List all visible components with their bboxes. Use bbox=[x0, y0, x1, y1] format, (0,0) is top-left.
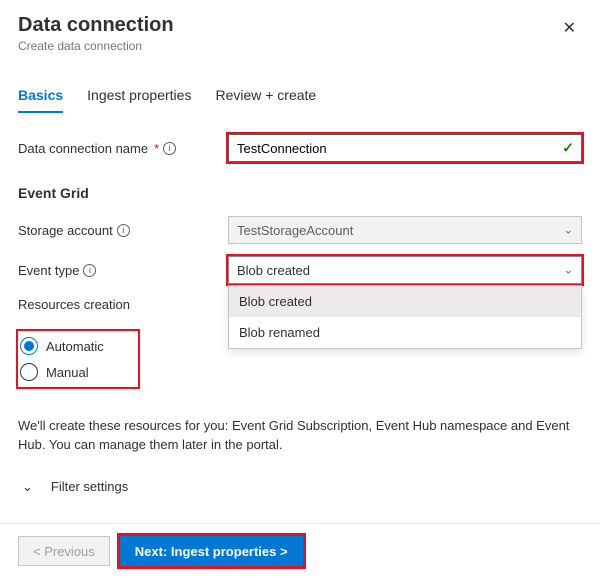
chevron-down-icon: ⌄ bbox=[564, 264, 573, 277]
next-button[interactable]: Next: Ingest properties > bbox=[120, 536, 303, 566]
required-asterisk: * bbox=[154, 141, 159, 156]
info-icon[interactable]: i bbox=[163, 142, 176, 155]
storage-account-select[interactable]: TestStorageAccount ⌄ bbox=[228, 216, 582, 244]
radio-manual-label: Manual bbox=[46, 365, 89, 380]
helper-text: We'll create these resources for you: Ev… bbox=[18, 417, 582, 455]
filter-settings-label: Filter settings bbox=[51, 479, 128, 494]
radio-manual[interactable]: Manual bbox=[20, 363, 132, 381]
radio-icon bbox=[20, 337, 38, 355]
radio-icon bbox=[20, 363, 38, 381]
event-grid-section-title: Event Grid bbox=[18, 185, 582, 201]
storage-account-value: TestStorageAccount bbox=[237, 223, 353, 238]
data-connection-name-input[interactable] bbox=[228, 134, 582, 162]
wizard-footer: < Previous Next: Ingest properties > bbox=[0, 523, 600, 578]
radio-automatic-label: Automatic bbox=[46, 339, 104, 354]
page-title: Data connection bbox=[18, 14, 174, 37]
tab-ingest-properties[interactable]: Ingest properties bbox=[87, 81, 191, 113]
tab-bar: Basics Ingest properties Review + create bbox=[18, 81, 582, 113]
event-type-option-blob-renamed[interactable]: Blob renamed bbox=[229, 317, 581, 348]
page-subtitle: Create data connection bbox=[18, 39, 174, 53]
previous-button: < Previous bbox=[18, 536, 110, 566]
data-connection-name-label: Data connection name * i bbox=[18, 141, 228, 156]
event-type-select[interactable]: Blob created ⌄ bbox=[228, 256, 582, 284]
event-type-option-blob-created[interactable]: Blob created bbox=[229, 286, 581, 317]
resources-creation-label: Resources creation bbox=[18, 295, 228, 312]
close-button[interactable]: ✕ bbox=[557, 14, 582, 42]
tab-review-create[interactable]: Review + create bbox=[215, 81, 316, 113]
tab-basics[interactable]: Basics bbox=[18, 81, 63, 113]
event-type-label: Event type i bbox=[18, 263, 228, 278]
filter-settings-toggle[interactable]: ⌄ Filter settings bbox=[18, 473, 582, 501]
info-icon[interactable]: i bbox=[83, 264, 96, 277]
valid-check-icon: ✓ bbox=[562, 140, 574, 157]
radio-automatic[interactable]: Automatic bbox=[20, 337, 132, 355]
close-icon: ✕ bbox=[563, 20, 576, 37]
resources-creation-radio-group: Automatic Manual bbox=[18, 331, 138, 387]
storage-account-label: Storage account i bbox=[18, 223, 228, 238]
info-icon[interactable]: i bbox=[117, 224, 130, 237]
event-type-dropdown: Blob created Blob renamed bbox=[228, 285, 582, 349]
event-type-value: Blob created bbox=[237, 263, 310, 278]
chevron-down-icon: ⌄ bbox=[22, 479, 33, 495]
chevron-down-icon: ⌄ bbox=[564, 224, 573, 237]
